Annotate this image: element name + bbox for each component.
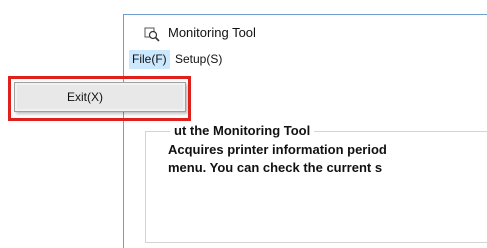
description-line: Acquires printer information period [168,142,387,157]
about-description: Acquires printer information period menu… [168,141,487,177]
menu-file[interactable]: File(F) [129,50,170,69]
menu-setup[interactable]: Setup(S) [172,50,225,69]
title-bar[interactable]: Monitoring Tool [124,15,487,49]
window-title: Monitoring Tool [168,25,256,40]
red-highlight-box [8,76,191,121]
description-line: menu. You can check the current s [168,160,383,175]
about-group-heading: ut the Monitoring Tool [170,123,315,138]
magnifier-icon [144,26,160,42]
menu-bar: File(F) Setup(S) [124,50,487,70]
